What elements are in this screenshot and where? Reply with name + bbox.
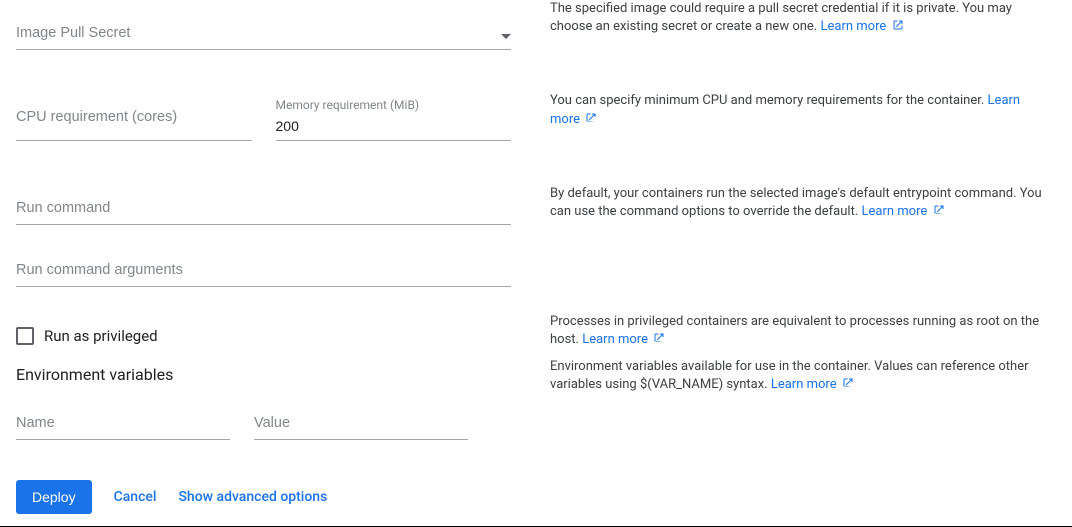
external-link-icon [653, 332, 665, 344]
run-args-input[interactable] [16, 251, 511, 286]
external-link-icon [892, 19, 904, 31]
memory-requirement-field[interactable]: Memory requirement (MiB) [276, 98, 512, 141]
image-pull-secret-input[interactable] [16, 14, 511, 49]
show-advanced-options-button[interactable]: Show advanced options [178, 489, 327, 505]
learn-more-link-privileged[interactable]: Learn more [582, 332, 665, 347]
privileged-label: Run as privileged [44, 327, 158, 345]
env-name-input[interactable] [16, 404, 230, 439]
external-link-icon [842, 377, 854, 389]
memory-requirement-label: Memory requirement (MiB) [276, 98, 420, 112]
cpu-requirement-input[interactable] [16, 98, 252, 133]
run-command-description: By default, your containers run the sele… [550, 186, 1042, 219]
run-command-input[interactable] [16, 189, 511, 224]
env-value-field[interactable] [254, 404, 468, 440]
learn-more-link-image-pull-secret[interactable]: Learn more [820, 19, 903, 34]
cancel-button[interactable]: Cancel [114, 489, 157, 505]
external-link-icon [585, 112, 597, 124]
resources-description: You can specify minimum CPU and memory r… [550, 93, 984, 108]
env-name-field[interactable] [16, 404, 230, 440]
privileged-checkbox[interactable] [16, 327, 34, 345]
deploy-button[interactable]: Deploy [16, 480, 92, 514]
memory-requirement-input[interactable] [276, 114, 512, 140]
learn-more-link-run-command[interactable]: Learn more [862, 204, 945, 219]
env-variables-heading: Environment variables [16, 365, 528, 384]
run-command-field[interactable] [16, 189, 511, 225]
image-pull-secret-field[interactable] [16, 14, 511, 50]
run-args-field[interactable] [16, 251, 511, 287]
external-link-icon [933, 204, 945, 216]
env-value-input[interactable] [254, 404, 468, 439]
image-pull-secret-description: The specified image could require a pull… [550, 1, 1012, 34]
cpu-requirement-field[interactable] [16, 98, 252, 141]
learn-more-link-env[interactable]: Learn more [771, 377, 854, 392]
